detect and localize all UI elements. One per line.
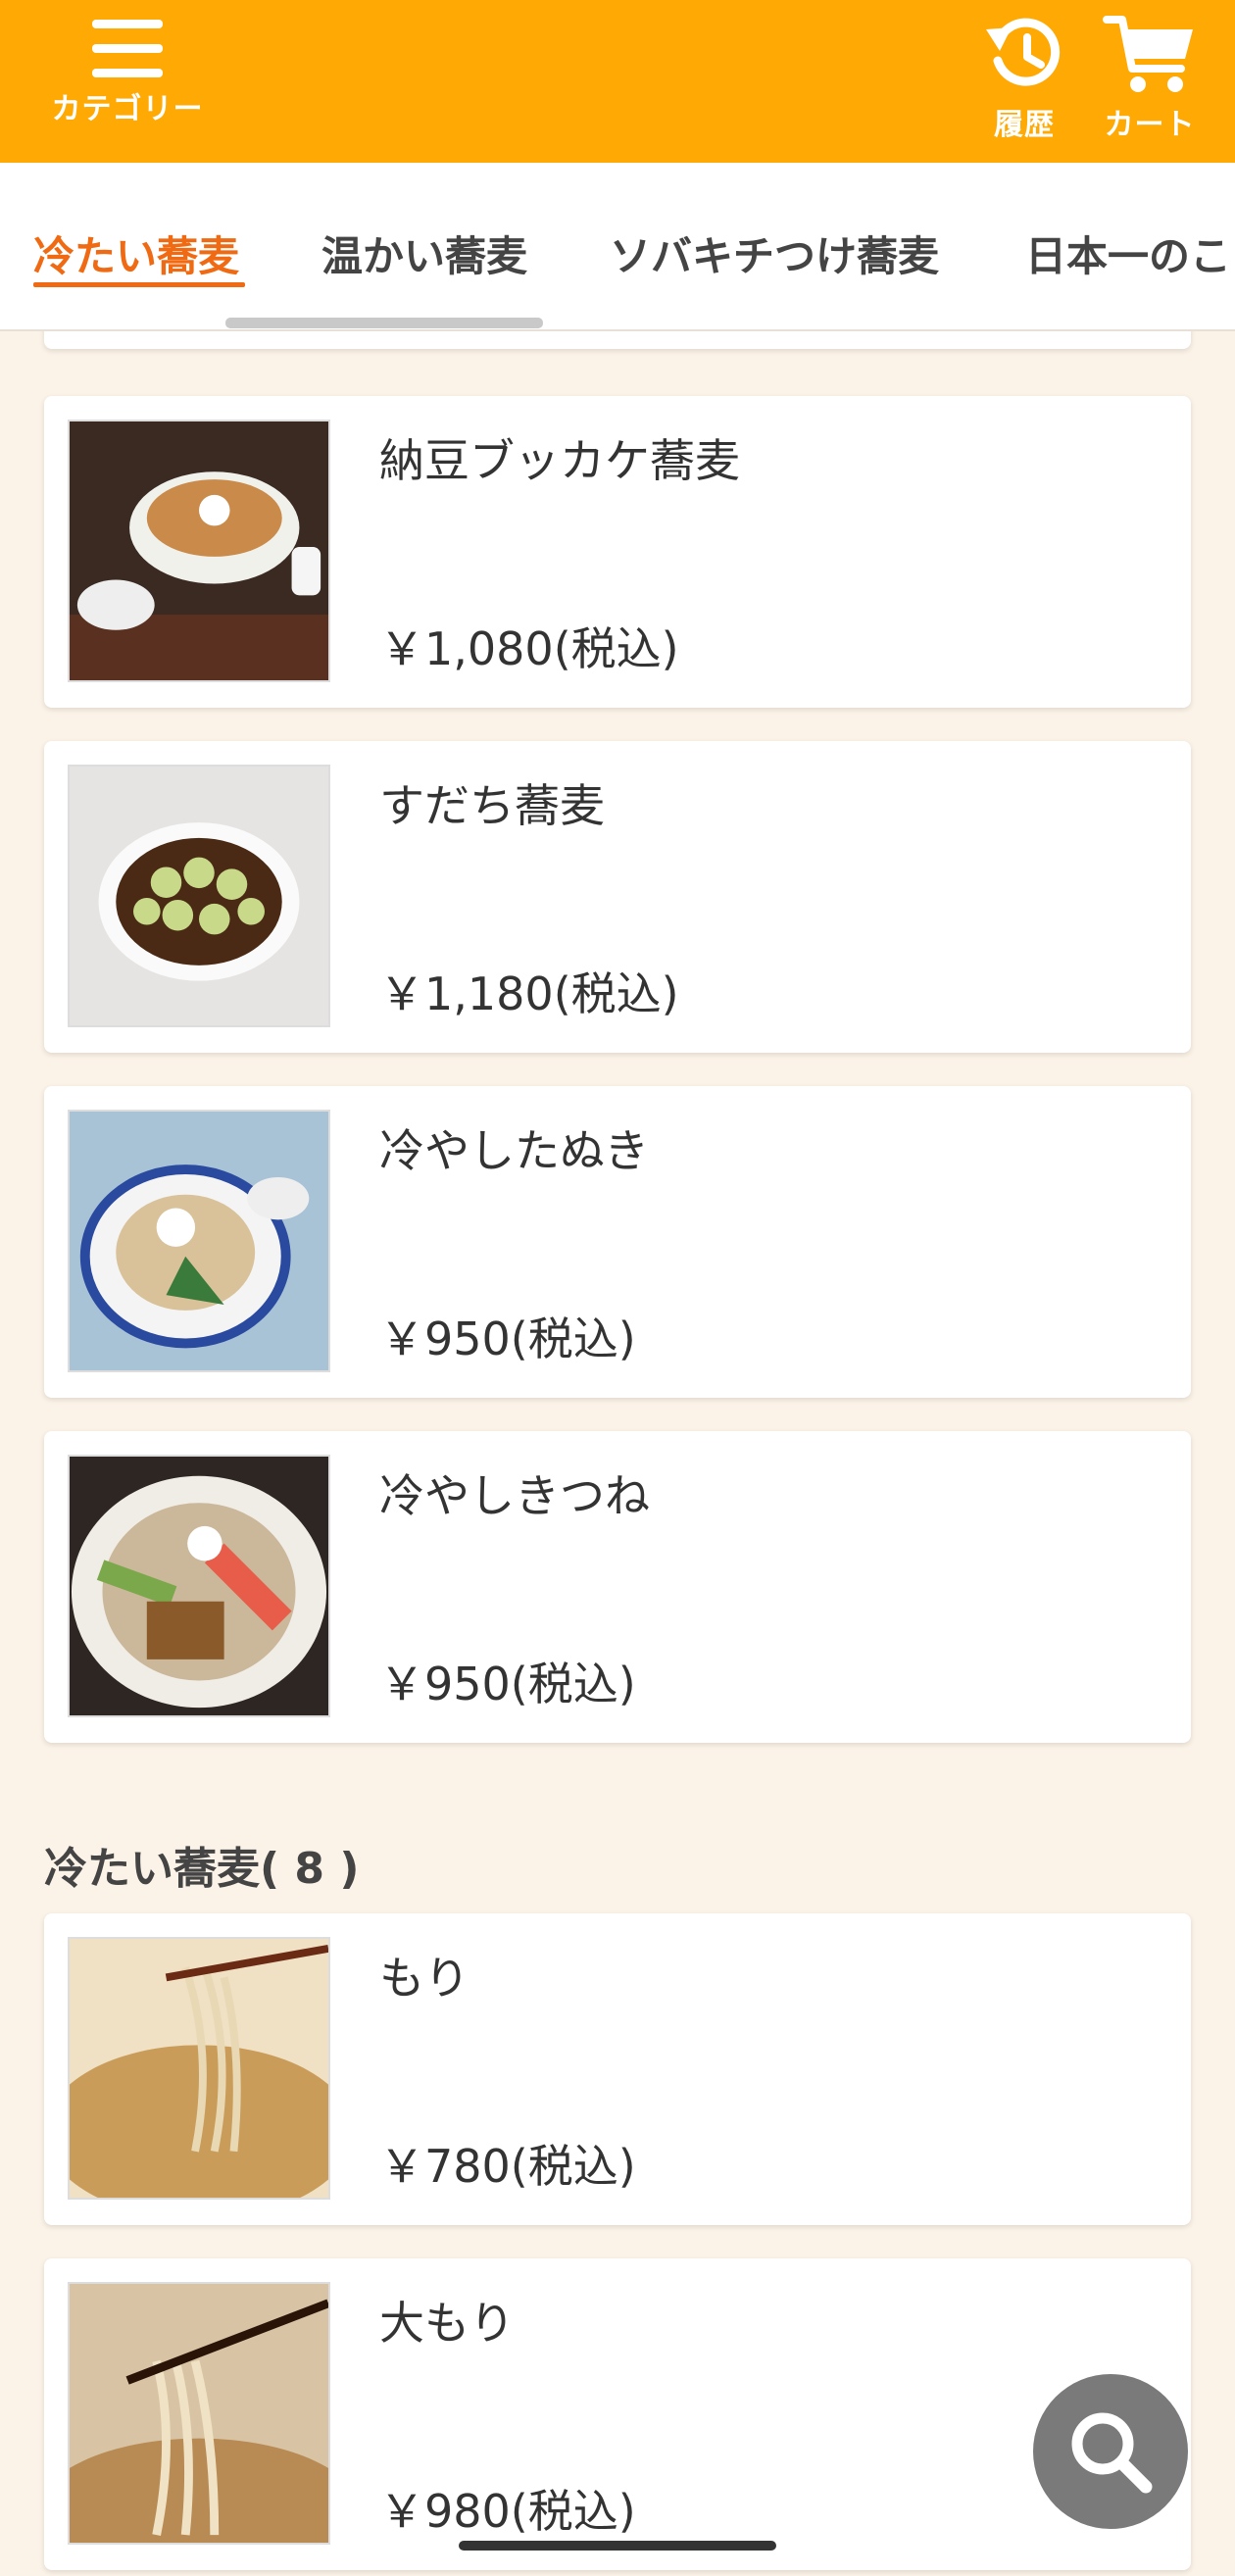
item-price: ￥780(税込) (379, 2140, 636, 2193)
tab-sobakichi-tsuke-soba[interactable]: ソバキチつけ蕎麦 (610, 223, 939, 283)
category-tab-bar: 冷たい蕎麦 温かい蕎麦 ソバキチつけ蕎麦 日本一のこ (0, 163, 1235, 331)
active-tab-indicator (33, 282, 245, 287)
menu-item-card[interactable]: 冷やしたぬき ￥950(税込) (44, 1086, 1191, 1398)
search-icon (1071, 2412, 1153, 2494)
hiyashi-kitsune-photo (68, 1455, 330, 1717)
item-name: すだち蕎麦 (379, 779, 605, 832)
menu-item-card[interactable]: すだち蕎麦 ￥1,180(税込) (44, 741, 1191, 1053)
mori-soba-photo (68, 1937, 330, 2200)
category-label: カテゴリー (51, 92, 204, 126)
history-icon (986, 18, 1061, 86)
item-price: ￥950(税込) (379, 1658, 636, 1710)
menu-item-card[interactable]: 納豆ブッカケ蕎麦 ￥1,080(税込) (44, 396, 1191, 708)
menu-item-card[interactable]: もり ￥780(税込) (44, 1913, 1191, 2225)
history-button[interactable]: 履歴 (970, 12, 1078, 143)
search-fab-button[interactable] (1033, 2374, 1188, 2529)
home-indicator (459, 2541, 776, 2551)
cart-button[interactable]: カート (1086, 12, 1213, 143)
item-name: 大もり (379, 2297, 515, 2350)
cart-icon (1103, 16, 1193, 92)
item-price: ￥1,080(税込) (379, 622, 679, 675)
sudachi-soba-photo (68, 765, 330, 1027)
hiyashi-tanuki-photo (68, 1110, 330, 1372)
hamburger-menu-icon (92, 20, 163, 77)
item-name: 納豆ブッカケ蕎麦 (379, 434, 740, 487)
history-label: 履歴 (994, 108, 1055, 142)
oomori-soba-photo (68, 2282, 330, 2545)
natto-bukkake-soba-photo (68, 420, 330, 682)
category-menu-button[interactable]: カテゴリー (29, 18, 225, 127)
menu-item-card-partial[interactable] (44, 331, 1191, 349)
tab-nihonichi[interactable]: 日本一のこ (1025, 223, 1231, 283)
tab-cold-soba[interactable]: 冷たい蕎麦 (33, 223, 239, 283)
app-header: カテゴリー 履歴 カート (0, 0, 1235, 163)
item-price: ￥1,180(税込) (379, 967, 679, 1020)
menu-item-card[interactable]: 冷やしきつね ￥950(税込) (44, 1431, 1191, 1743)
item-name: 冷やしきつね (379, 1469, 650, 1522)
menu-item-card[interactable]: 大もり ￥980(税込) (44, 2258, 1191, 2570)
menu-list[interactable]: 納豆ブッカケ蕎麦 ￥1,080(税込) すだち蕎麦 ￥1,180(税込) 冷やし… (0, 331, 1235, 2576)
item-name: もり (379, 1952, 469, 2005)
tab-scrollbar[interactable] (225, 318, 543, 328)
section-title: 冷たい蕎麦( 8 ) (44, 1844, 360, 1894)
item-price: ￥950(税込) (379, 1313, 636, 1365)
item-price: ￥980(税込) (379, 2485, 636, 2538)
item-name: 冷やしたぬき (379, 1124, 650, 1177)
tab-hot-soba[interactable]: 温かい蕎麦 (321, 223, 527, 283)
cart-label: カート (1104, 108, 1196, 142)
